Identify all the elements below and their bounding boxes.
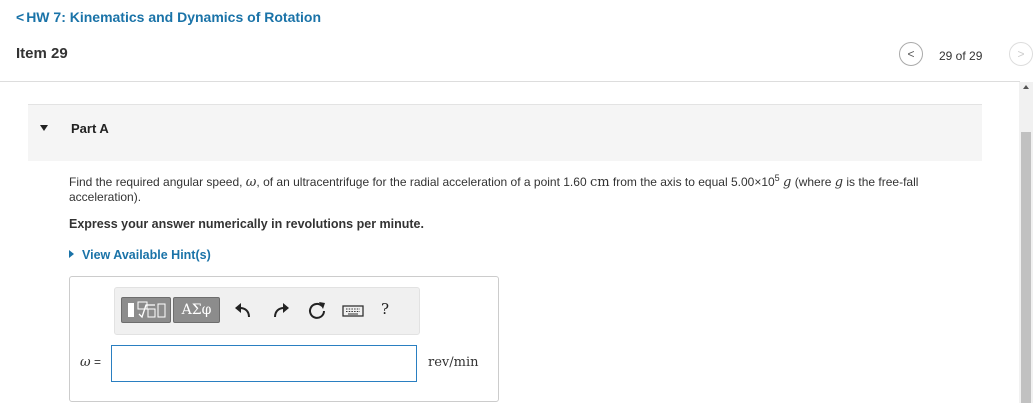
- unit-cm: cm: [589, 175, 610, 190]
- greek-symbols-button[interactable]: ΑΣφ: [173, 297, 220, 323]
- next-item-button[interactable]: >: [1009, 42, 1033, 66]
- item-title: Item 29: [16, 45, 68, 62]
- back-to-assignment-link[interactable]: < HW 7: Kinematics and Dynamics of Rotati…: [16, 9, 321, 25]
- chevron-left-icon: <: [907, 47, 915, 61]
- keyboard-icon[interactable]: [341, 299, 365, 323]
- question-text: Find the required angular speed, ω, of a…: [69, 173, 919, 205]
- page-scrollbar[interactable]: [1019, 82, 1033, 403]
- templates-icon: [128, 301, 166, 319]
- redo-icon[interactable]: [269, 299, 293, 323]
- hint-link-label: View Available Hint(s): [82, 248, 211, 262]
- templates-button[interactable]: [121, 297, 171, 323]
- part-a-header[interactable]: Part A: [28, 104, 982, 161]
- answer-panel: ΑΣφ ? ω = rev/min: [69, 276, 499, 402]
- item-position: 29 of 29: [939, 49, 983, 63]
- chevron-left-icon: <: [16, 9, 25, 25]
- assignment-title: HW 7: Kinematics and Dynamics of Rotatio…: [26, 9, 322, 25]
- answer-variable-label: ω =: [80, 355, 101, 370]
- reset-icon[interactable]: [305, 299, 329, 323]
- view-hints-link[interactable]: View Available Hint(s): [69, 248, 211, 262]
- g-symbol: g: [834, 175, 844, 190]
- answer-unit: rev/min: [428, 355, 479, 370]
- part-label: Part A: [71, 121, 109, 136]
- exponent: 5: [774, 173, 780, 183]
- chevron-right-icon: >: [1017, 47, 1025, 61]
- header-divider: [0, 81, 1020, 82]
- math-toolbar: ΑΣφ ?: [114, 287, 420, 335]
- answer-input[interactable]: [111, 345, 417, 382]
- previous-item-button[interactable]: <: [899, 42, 923, 66]
- scroll-up-icon[interactable]: [1023, 85, 1029, 89]
- item-pager: < 29 of 29 >: [873, 42, 1033, 68]
- undo-icon[interactable]: [231, 299, 255, 323]
- omega-symbol: ω: [245, 175, 257, 190]
- collapse-triangle-icon[interactable]: [40, 125, 48, 131]
- answer-instruction: Express your answer numerically in revol…: [69, 217, 424, 231]
- help-button[interactable]: ?: [381, 300, 389, 318]
- scroll-thumb[interactable]: [1021, 132, 1031, 403]
- expand-triangle-icon: [69, 250, 74, 258]
